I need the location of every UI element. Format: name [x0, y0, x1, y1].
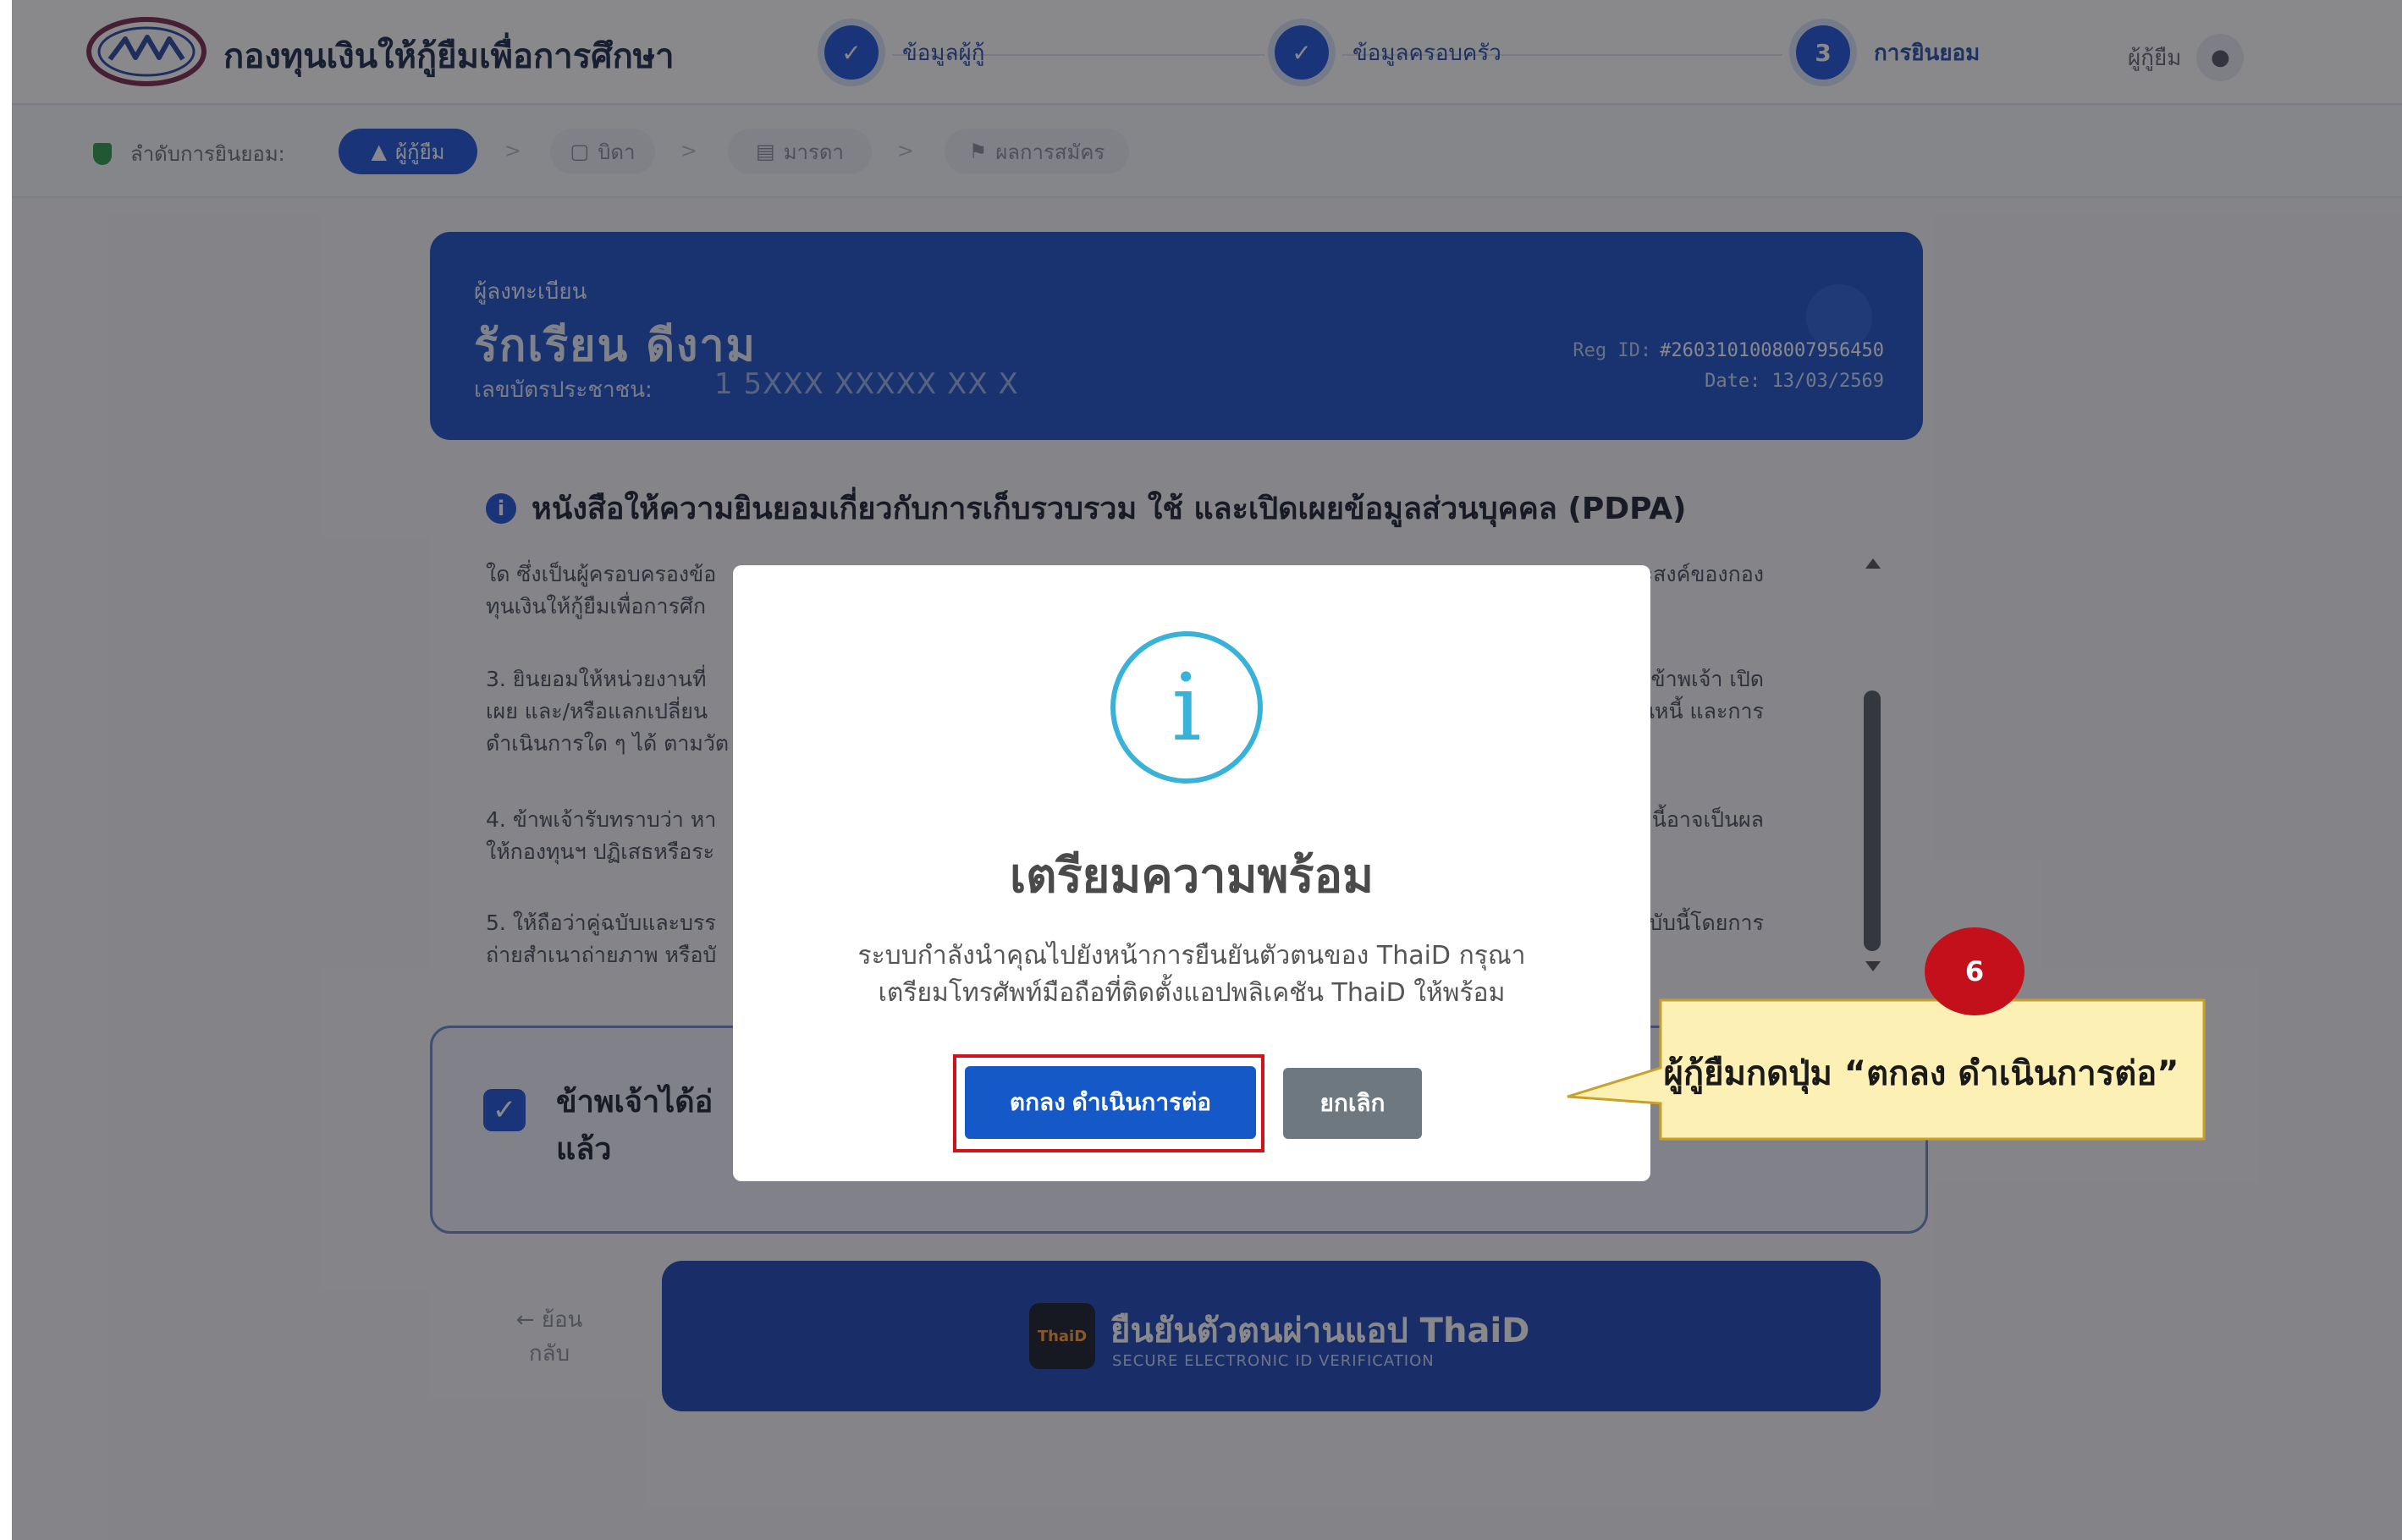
- dialog-message-line: ระบบกำลังนำคุณไปยังหน้าการยืนยันตัวตนของ…: [857, 941, 1526, 971]
- tutorial-step-badge: 6: [1925, 927, 2025, 1015]
- cancel-button[interactable]: ยกเลิก: [1283, 1068, 1422, 1139]
- dialog-message-line: เตรียมโทรศัพท์มือถือที่ติดตั้งแอปพลิเคชั…: [878, 978, 1506, 1008]
- info-icon: i: [1110, 631, 1263, 784]
- tutorial-callout-text: ผู้กู้ยืมกดปุ่ม “ตกลง ดำเนินการต่อ”: [1663, 1054, 2179, 1093]
- prepare-dialog: i เตรียมความพร้อม ระบบกำลังนำคุณไปยังหน้…: [733, 565, 1650, 1181]
- dialog-title: เตรียมความพร้อม: [1009, 849, 1375, 904]
- dialog-message: ระบบกำลังนำคุณไปยังหน้าการยืนยันตัวตนของ…: [784, 938, 1600, 1012]
- browser-viewport: กองทุนเงินให้กู้ยืมเพื่อการศึกษา ✓ ข้อมู…: [12, 0, 2402, 1540]
- tutorial-highlight-box: [953, 1054, 1264, 1152]
